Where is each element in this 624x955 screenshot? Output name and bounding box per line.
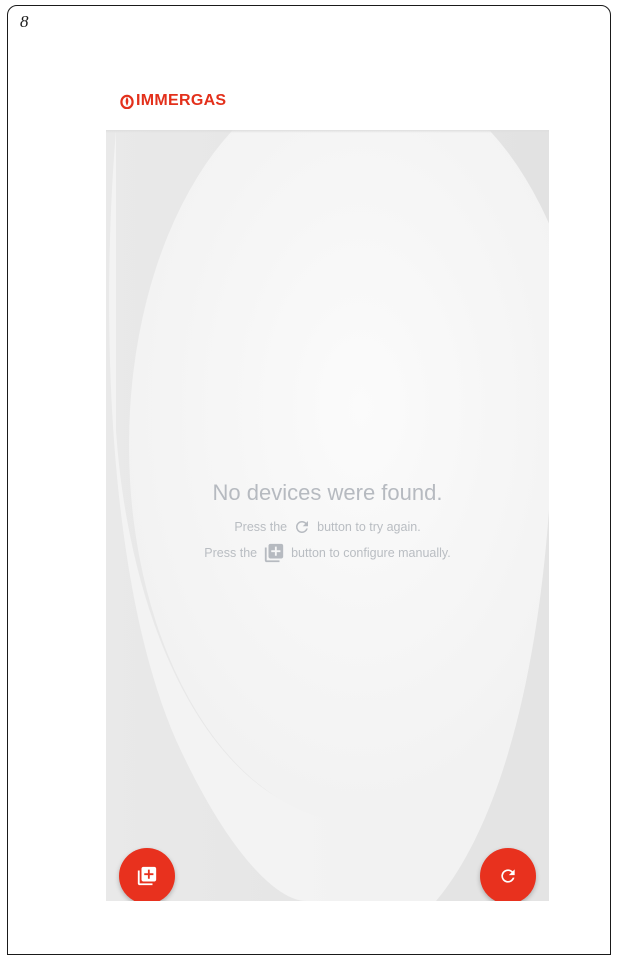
- refresh-icon: [501, 869, 515, 883]
- refresh-button[interactable]: [480, 848, 536, 901]
- manual-hint-prefix: Press the: [204, 546, 258, 560]
- page-number: 8: [20, 12, 29, 31]
- manual-hint-suffix: button to configure manually.: [291, 546, 451, 560]
- flame-logo-icon: [120, 94, 134, 109]
- refresh-icon: [293, 518, 311, 536]
- empty-state-message: No devices were found. Press the button …: [106, 480, 549, 566]
- retry-hint-prefix: Press the: [234, 520, 288, 534]
- manual-config-hint: Press the button to configure manually.: [106, 540, 549, 566]
- add-device-button[interactable]: [119, 848, 175, 901]
- retry-hint-suffix: button to try again.: [317, 520, 421, 534]
- add-device-icon: [137, 866, 157, 886]
- logo-text: IMMERGAS: [136, 92, 227, 109]
- add-device-icon: [263, 542, 285, 564]
- immergas-logo: IMMERGAS: [120, 92, 226, 110]
- retry-hint: Press the button to try again.: [106, 514, 549, 540]
- empty-state-title: No devices were found.: [212, 480, 443, 505]
- status-divider: [106, 130, 549, 133]
- app-screen: No devices were found. Press the button …: [106, 130, 549, 901]
